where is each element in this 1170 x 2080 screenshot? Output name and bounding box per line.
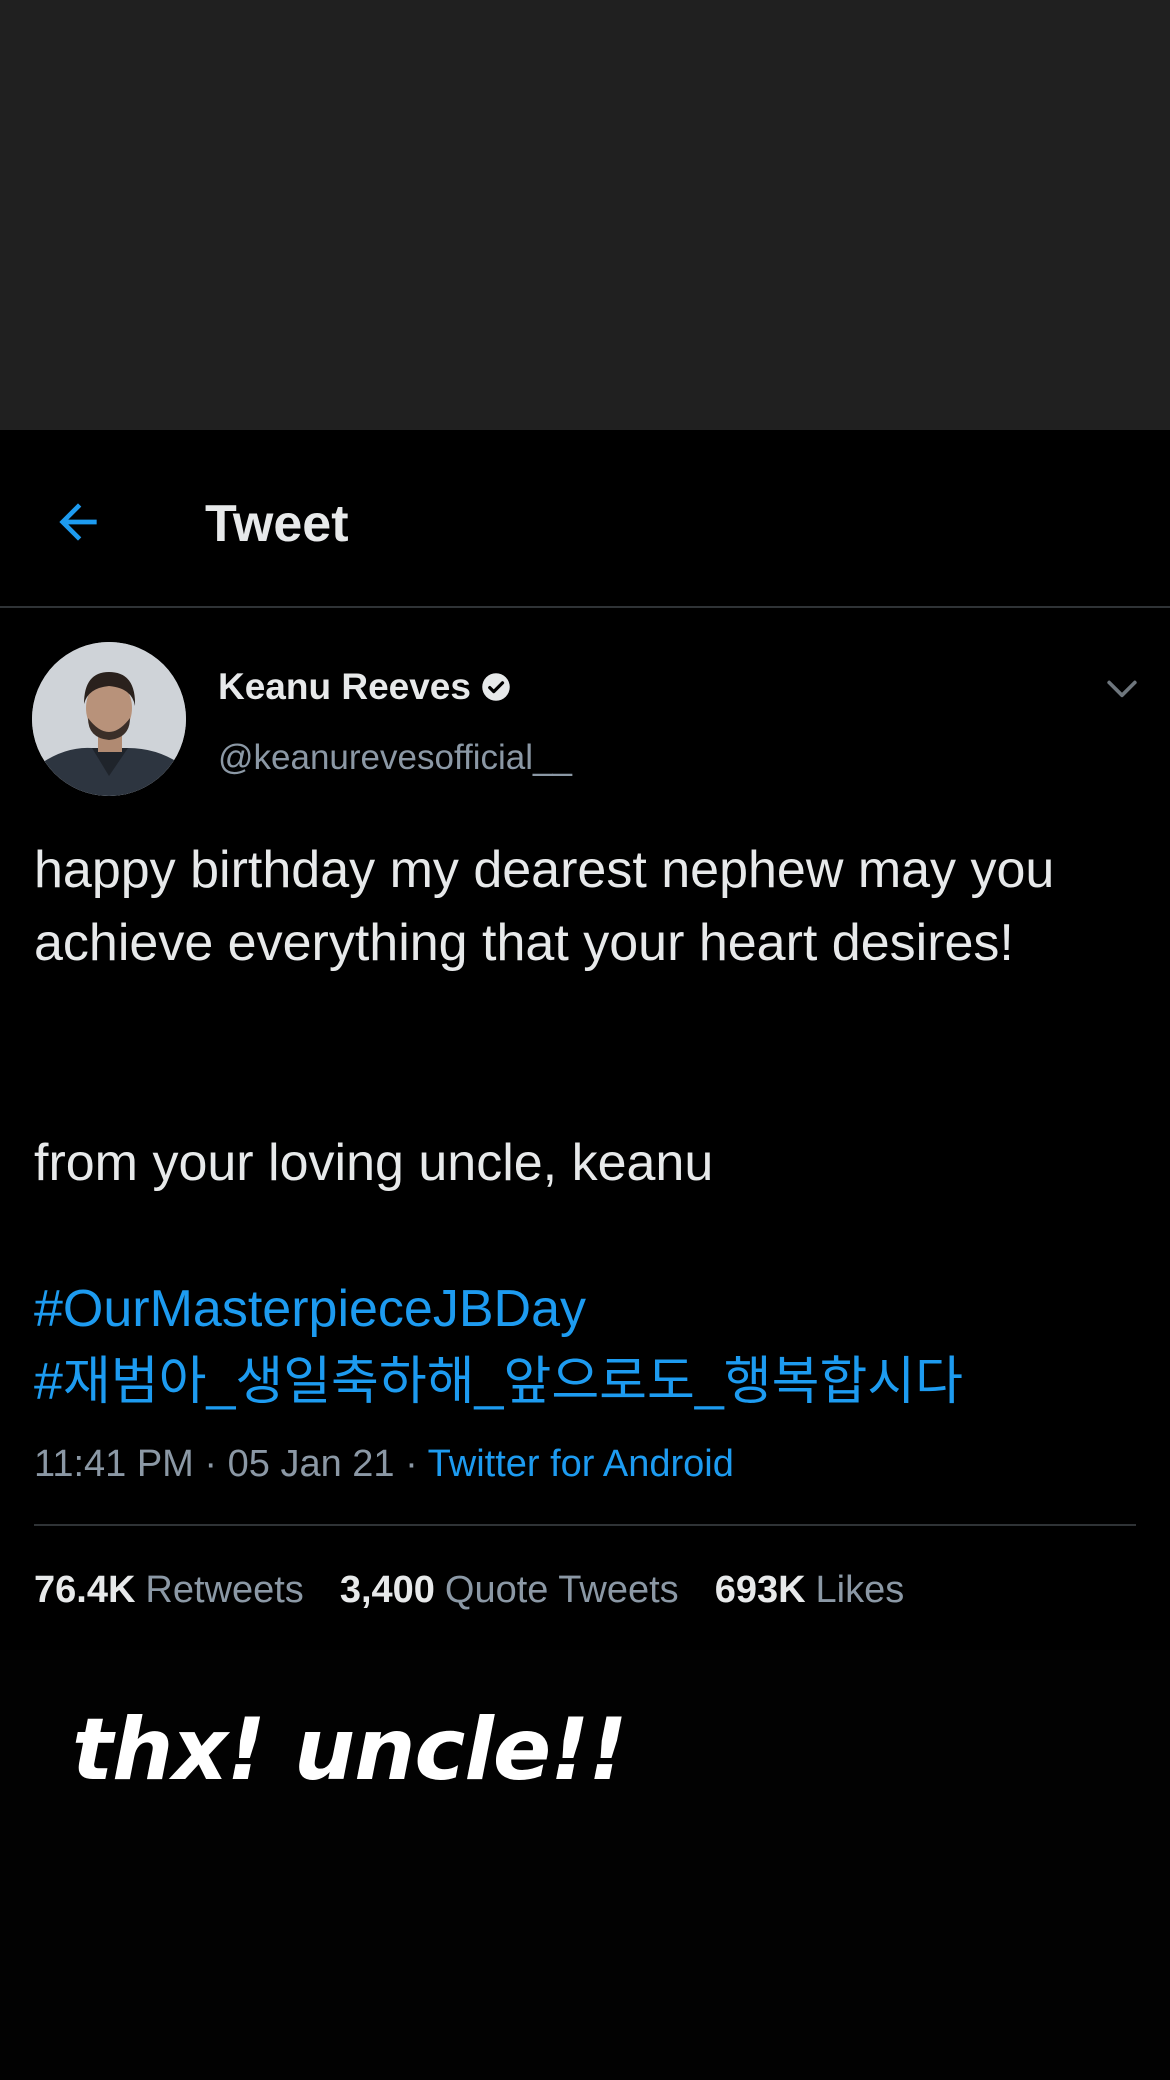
retweets-stat[interactable]: 76.4K Retweets [34,1566,304,1614]
tweet-meta: 11:41 PM · 05 Jan 21 · Twitter for Andro… [34,1440,734,1488]
meta-separator: · [204,1443,228,1485]
quote-tweets-label: Quote Tweets [444,1569,679,1611]
hashtag-link[interactable]: #재범아_생일축하해_앞으로도_행복합시다 [34,1346,963,1419]
author-name[interactable]: Keanu Reeves [218,664,471,710]
tweet-screenshot: Tweet Keanu Reeves @keanurevesofficial__… [0,430,1170,1650]
author-name-row[interactable]: Keanu Reeves [218,664,511,710]
author-handle[interactable]: @keanurevesofficial__ [218,736,572,780]
page-title: Tweet [205,495,349,553]
tweet-body: happy birthday my dearest nephew may you… [34,841,1055,972]
retweets-count: 76.4K [34,1569,136,1611]
tweet-date: 05 Jan 21 [227,1443,395,1485]
verified-badge-icon [482,673,510,701]
avatar-photo [32,642,186,796]
quote-tweets-count: 3,400 [339,1569,435,1611]
tweet-stats: 76.4K Retweets 3,400 Quote Tweets 693K Like… [34,1566,940,1614]
chevron-down-icon[interactable] [1100,666,1144,710]
hashtag-link[interactable]: #OurMasterpieceJBDay [34,1273,586,1346]
tweet-text: happy birthday my dearest nephew may you… [34,834,1134,980]
arrow-left-icon[interactable] [50,494,106,550]
tweet-source-link[interactable]: Twitter for Android [428,1443,734,1485]
avatar[interactable] [32,642,186,796]
likes-stat[interactable]: 693K Likes [715,1566,905,1614]
story-caption: thx! uncle!! [72,1700,628,1800]
retweets-label: Retweets [145,1569,304,1611]
likes-count: 693K [714,1569,806,1611]
meta-separator: · [405,1443,428,1485]
story-background-top [0,0,1170,430]
tweet-signoff: from your loving uncle, keanu [34,1134,714,1192]
divider [34,1524,1136,1526]
quote-tweets-stat[interactable]: 3,400 Quote Tweets [340,1566,679,1614]
likes-label: Likes [815,1569,905,1611]
tweet-time: 11:41 PM [34,1443,194,1485]
tweet-header: Tweet [0,430,1170,608]
